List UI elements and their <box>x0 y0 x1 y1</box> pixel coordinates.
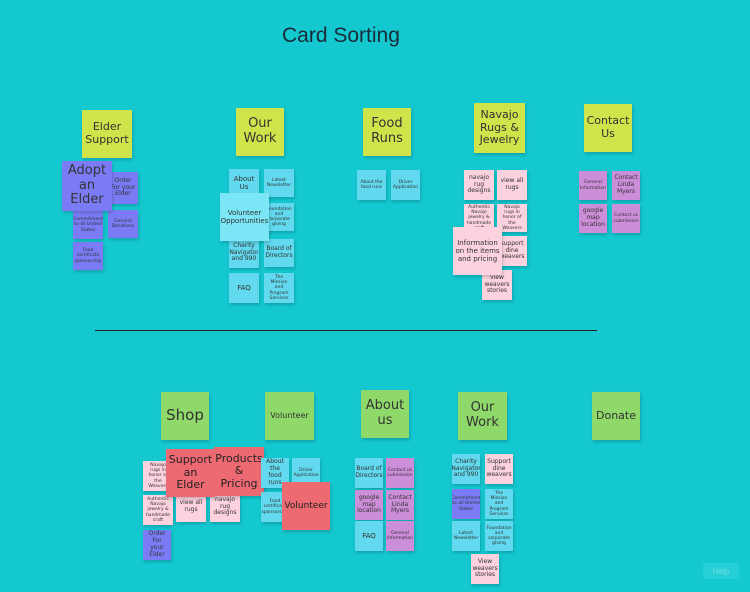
header-donate[interactable]: Donate <box>592 392 640 440</box>
card-commitment-united[interactable]: Commitment to all United States <box>73 211 103 239</box>
card-board-directors[interactable]: Board of Directors <box>264 239 294 267</box>
header-shop[interactable]: Shop <box>161 392 209 440</box>
card-volunteer-opportunities[interactable]: Volunteer Opportunities <box>220 193 269 241</box>
header-contact-us[interactable]: Contact Us <box>584 104 632 152</box>
card-view-weavers-stories-bottom[interactable]: View weavers stories <box>471 554 499 584</box>
header-elder-support[interactable]: Elder Support <box>82 110 132 158</box>
card-google-map-bottom[interactable]: google map location <box>355 490 383 520</box>
card-order-elder-bottom[interactable]: Order For your Elder <box>143 530 171 560</box>
header-food-runs[interactable]: Food Runs <box>363 108 411 156</box>
card-faq-bottom[interactable]: FAQ <box>355 521 383 551</box>
card-contact-linda[interactable]: Contact Linda Myers <box>612 171 640 200</box>
header-our-work[interactable]: Our Work <box>236 108 284 156</box>
header-about-us[interactable]: About us <box>361 390 409 438</box>
card-board-directors-bottom[interactable]: Board of Directors <box>355 458 383 488</box>
card-view-all-rugs[interactable]: view all rugs <box>497 170 527 200</box>
card-navajo-rug-designs[interactable]: navajo rug designs <box>464 170 494 200</box>
header-navajo-rugs[interactable]: Navajo Rugs & Jewelry <box>474 103 525 153</box>
header-volunteer[interactable]: Volunteer <box>265 392 314 440</box>
card-information-pricing[interactable]: Information on the items and pricing <box>453 227 502 275</box>
card-latest-newsletter-bottom[interactable]: Latest Newsletter <box>452 521 480 551</box>
card-mission-programs[interactable]: The Mission and Program Services <box>264 273 294 303</box>
card-mission-programs-bottom[interactable]: The Mission and Program Services <box>485 489 513 519</box>
card-general-information[interactable]: General Information <box>579 171 607 200</box>
card-charity-navigator-bottom[interactable]: Charity Navigator and 990 <box>452 454 480 484</box>
header-our-work-bottom[interactable]: Our Work <box>458 392 507 440</box>
card-general-information-bottom[interactable]: General Information <box>386 521 414 551</box>
card-driver-application[interactable]: Driver Application <box>391 170 420 200</box>
card-adopt-elder[interactable]: Adopt an Elder <box>62 161 112 211</box>
card-food-certificate[interactable]: Food certificate sponsorship <box>73 242 103 270</box>
card-charity-navigator[interactable]: Charity Navigator and 990 <box>229 238 259 268</box>
board-title: Card Sorting <box>282 24 400 47</box>
card-about-food-runs[interactable]: About the food runs <box>357 170 386 200</box>
card-contact-linda-bottom[interactable]: Contact Linda Myers <box>386 490 414 520</box>
section-divider <box>95 330 597 331</box>
card-products-pricing[interactable]: Products & Pricing <box>214 447 264 496</box>
card-google-map[interactable]: google map location <box>579 204 607 233</box>
help-button[interactable]: Help <box>703 563 739 579</box>
card-order-elder[interactable]: Order For your Elder <box>108 172 138 204</box>
card-support-elder[interactable]: Support an Elder <box>166 449 215 497</box>
card-faq[interactable]: FAQ <box>229 273 259 303</box>
card-commitment-united-bottom[interactable]: Commitment to all United States <box>452 489 480 519</box>
card-volunteer[interactable]: Volunteer <box>282 482 330 530</box>
card-support-weavers-bottom[interactable]: Support dine weavers <box>485 454 513 484</box>
card-contact-submission[interactable]: Contact us submission <box>612 204 640 233</box>
card-authentic-jewelry-bottom[interactable]: Authentic Navajo jewelry & handmade craf… <box>143 495 173 525</box>
card-general-donations[interactable]: General Donations <box>108 210 138 238</box>
card-foundation-giving-bottom[interactable]: Foundation and corporate giving <box>485 521 513 551</box>
card-contact-submission-bottom[interactable]: Contact us submission <box>386 458 414 488</box>
